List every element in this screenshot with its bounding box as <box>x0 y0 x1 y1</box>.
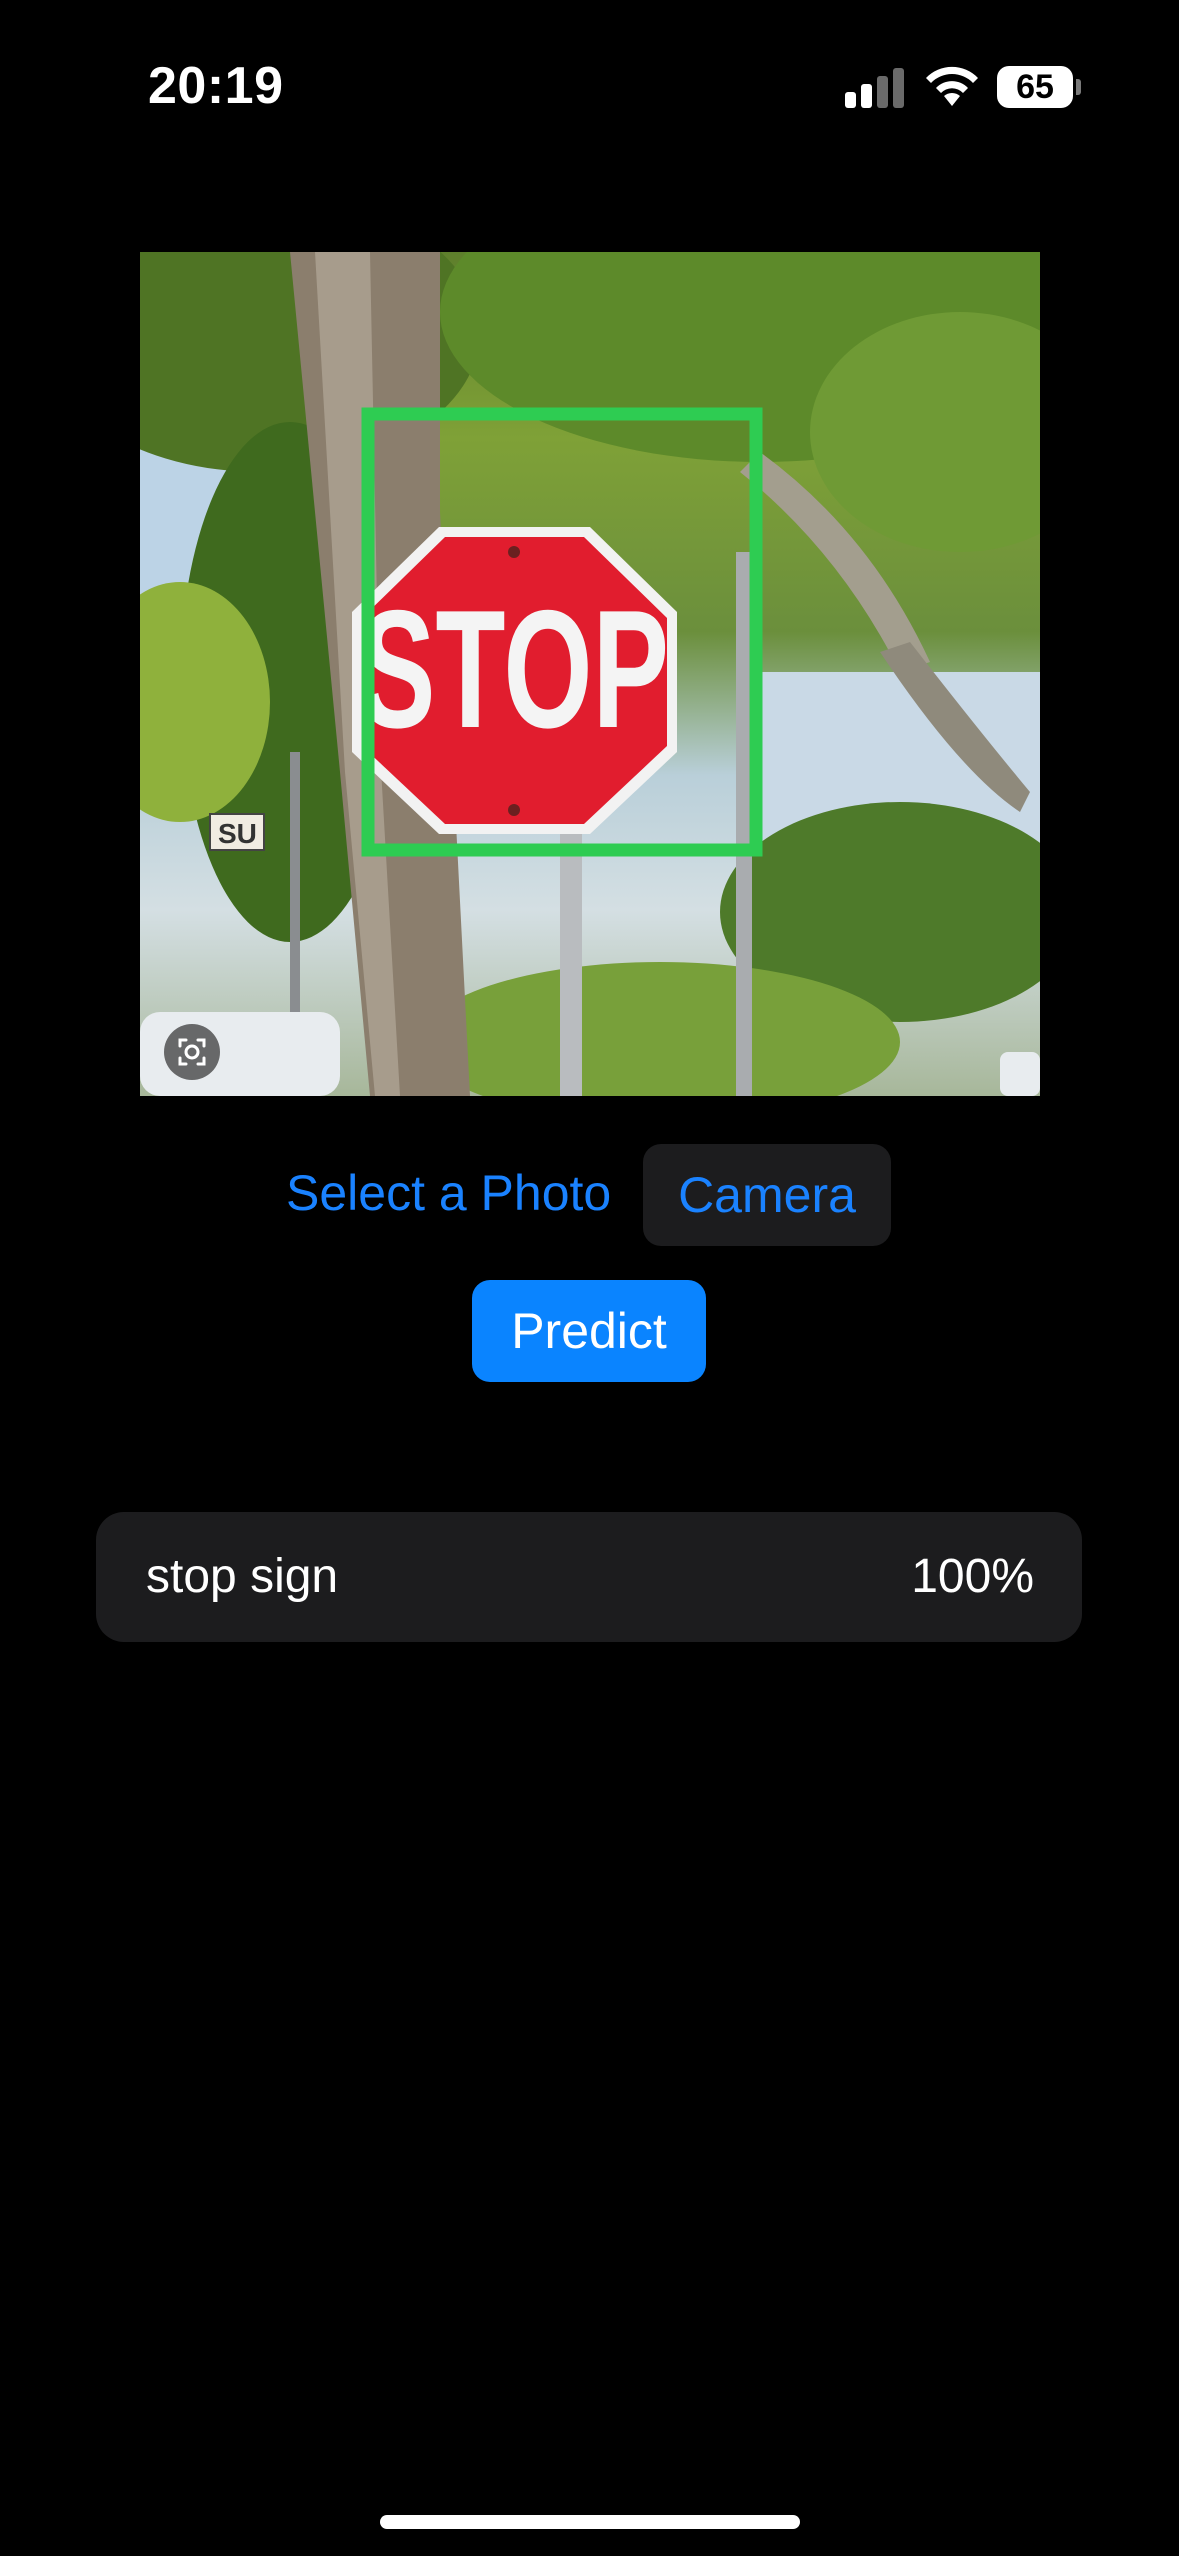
battery-icon: 65 <box>997 66 1073 108</box>
prediction-label: stop sign <box>146 1550 339 1603</box>
predict-button[interactable]: Predict <box>472 1280 706 1382</box>
select-photo-button[interactable]: Select a Photo <box>286 1142 611 1244</box>
photo-illustration: SU STOP <box>140 252 1040 1096</box>
stop-sign-text: STOP <box>359 575 669 763</box>
selected-photo: SU STOP <box>140 252 1040 1096</box>
wifi-icon <box>926 66 978 106</box>
prediction-result-row: stop sign 100% <box>96 1512 1082 1642</box>
cellular-signal-icon <box>845 68 905 108</box>
camera-button[interactable]: Camera <box>643 1144 891 1246</box>
home-indicator[interactable] <box>380 2515 800 2529</box>
visual-lookup-icon[interactable] <box>164 1024 220 1080</box>
status-time: 20:19 <box>148 57 284 115</box>
street-sign-text: SU <box>218 818 257 849</box>
prediction-confidence: 100% <box>911 1550 1034 1603</box>
battery-cap <box>1076 79 1081 95</box>
app-screen: 20:19 65 SU STOP Select a Photo Camera P… <box>0 0 1179 2556</box>
